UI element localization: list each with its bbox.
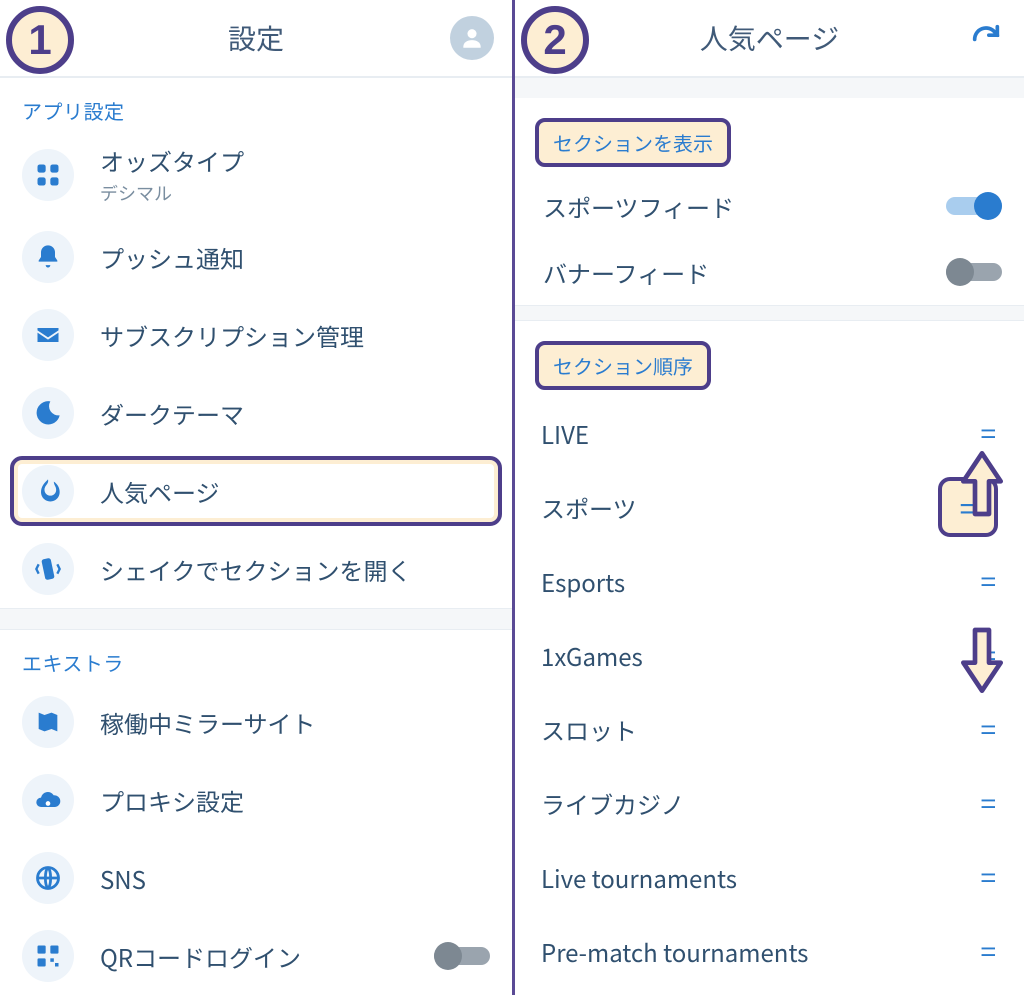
settings-row-app-4[interactable]: 人気ページ <box>0 452 512 530</box>
profile-icon[interactable] <box>450 16 494 60</box>
order-label: Esports <box>541 564 625 599</box>
order-label: スポーツ <box>541 490 637 525</box>
order-label: Pre-match tournaments <box>541 934 808 969</box>
order-row[interactable]: スロット = <box>515 692 1024 766</box>
order-label: スロット <box>541 712 637 747</box>
drag-handle-icon[interactable]: = <box>980 937 998 965</box>
fire-icon <box>22 465 74 517</box>
popular-header: 人気ページ <box>515 0 1024 78</box>
bell-icon <box>22 231 74 283</box>
row-label: 人気ページ <box>100 474 220 509</box>
row-label: プッシュ通知 <box>100 240 244 275</box>
section-divider <box>0 608 512 630</box>
section-order-chip: セクション順序 <box>535 341 711 390</box>
feed-label: スポーツフィード <box>543 189 734 224</box>
reload-icon[interactable] <box>966 18 1006 58</box>
row-labels: QRコードログイン <box>100 939 301 974</box>
order-row[interactable]: ライブカジノ = <box>515 766 1024 840</box>
feed-row: スポーツフィード <box>515 173 1024 239</box>
drag-handle-icon[interactable]: = <box>980 715 998 743</box>
feed-toggle[interactable] <box>946 258 1002 286</box>
feed-row: バナーフィード <box>515 239 1024 305</box>
row-labels: サブスクリプション管理 <box>100 318 364 353</box>
shake-icon <box>22 543 74 595</box>
settings-row-app-2[interactable]: サブスクリプション管理 <box>0 296 512 374</box>
globe-icon <box>22 852 74 904</box>
row-label: 稼働中ミラーサイト <box>100 705 316 740</box>
cloud-icon <box>22 774 74 826</box>
order-label: Live tournaments <box>541 860 737 895</box>
popular-page-panel: 2 人気ページ セクションを表示 スポーツフィードバナーフィード セクション順序… <box>512 0 1024 995</box>
popular-title: 人気ページ <box>700 18 839 58</box>
mail-icon <box>22 309 74 361</box>
row-labels: 人気ページ <box>100 474 220 509</box>
arrow-down-icon <box>952 628 1012 688</box>
row-label: オッズタイプ <box>100 143 244 178</box>
order-label: ライブカジノ <box>541 786 685 821</box>
order-row[interactable]: LIVE = <box>515 396 1024 470</box>
grid-icon <box>22 149 74 201</box>
feed-toggle[interactable] <box>946 192 1002 220</box>
row-labels: 稼働中ミラーサイト <box>100 705 316 740</box>
settings-row-extra-1[interactable]: プロキシ設定 <box>0 761 512 839</box>
toggle[interactable] <box>434 942 490 970</box>
settings-row-extra-2[interactable]: SNS <box>0 839 512 917</box>
step-badge-2: 2 <box>521 6 589 74</box>
row-label: ダークテーマ <box>100 396 244 431</box>
order-row[interactable]: Live tournaments = <box>515 840 1024 914</box>
row-labels: ダークテーマ <box>100 396 244 431</box>
settings-row-app-1[interactable]: プッシュ通知 <box>0 218 512 296</box>
settings-row-app-0[interactable]: オッズタイプデシマル <box>0 131 512 218</box>
step-number: 1 <box>28 19 51 61</box>
row-labels: SNS <box>100 861 146 896</box>
step-number: 2 <box>543 19 566 61</box>
drag-handle-icon[interactable]: = <box>980 419 998 447</box>
row-label: SNS <box>100 861 146 896</box>
section-extra-label: エキストラ <box>0 630 512 683</box>
section-app-label: アプリ設定 <box>0 78 512 131</box>
row-labels: オッズタイプデシマル <box>100 143 244 206</box>
settings-header: 設定 <box>0 0 512 78</box>
qr-icon <box>22 930 74 982</box>
settings-row-app-3[interactable]: ダークテーマ <box>0 374 512 452</box>
row-label: プロキシ設定 <box>100 783 244 818</box>
row-sublabel: デシマル <box>100 180 244 206</box>
gap <box>515 305 1024 321</box>
order-row[interactable]: スポーツ= <box>515 470 1024 544</box>
drag-handle-icon[interactable]: = <box>980 863 998 891</box>
row-label: サブスクリプション管理 <box>100 318 364 353</box>
moon-icon <box>22 387 74 439</box>
settings-title: 設定 <box>228 18 284 58</box>
step-badge-1: 1 <box>6 6 74 74</box>
drag-handle-icon[interactable]: = <box>980 567 998 595</box>
order-label: 1xGames <box>541 638 643 673</box>
order-row[interactable]: Esports = <box>515 544 1024 618</box>
order-row[interactable]: 1xGames= <box>515 618 1024 692</box>
row-labels: シェイクでセクションを開く <box>100 552 412 587</box>
settings-row-extra-3[interactable]: QRコードログイン <box>0 917 512 995</box>
row-labels: プロキシ設定 <box>100 783 244 818</box>
order-row[interactable]: Pre-match tournaments = <box>515 914 1024 988</box>
settings-row-app-5[interactable]: シェイクでセクションを開く <box>0 530 512 608</box>
row-label: シェイクでセクションを開く <box>100 552 412 587</box>
row-label: QRコードログイン <box>100 939 301 974</box>
arrow-up-icon <box>952 456 1012 516</box>
settings-row-extra-0[interactable]: 稼働中ミラーサイト <box>0 683 512 761</box>
map-icon <box>22 696 74 748</box>
gap <box>515 78 1024 98</box>
row-labels: プッシュ通知 <box>100 240 244 275</box>
order-label: LIVE <box>541 416 589 451</box>
drag-handle-icon[interactable]: = <box>980 789 998 817</box>
section-show-chip: セクションを表示 <box>535 118 731 167</box>
settings-panel: 1 設定 アプリ設定 オッズタイプデシマルプッシュ通知サブスクリプション管理ダー… <box>0 0 512 995</box>
feed-label: バナーフィード <box>543 255 709 290</box>
